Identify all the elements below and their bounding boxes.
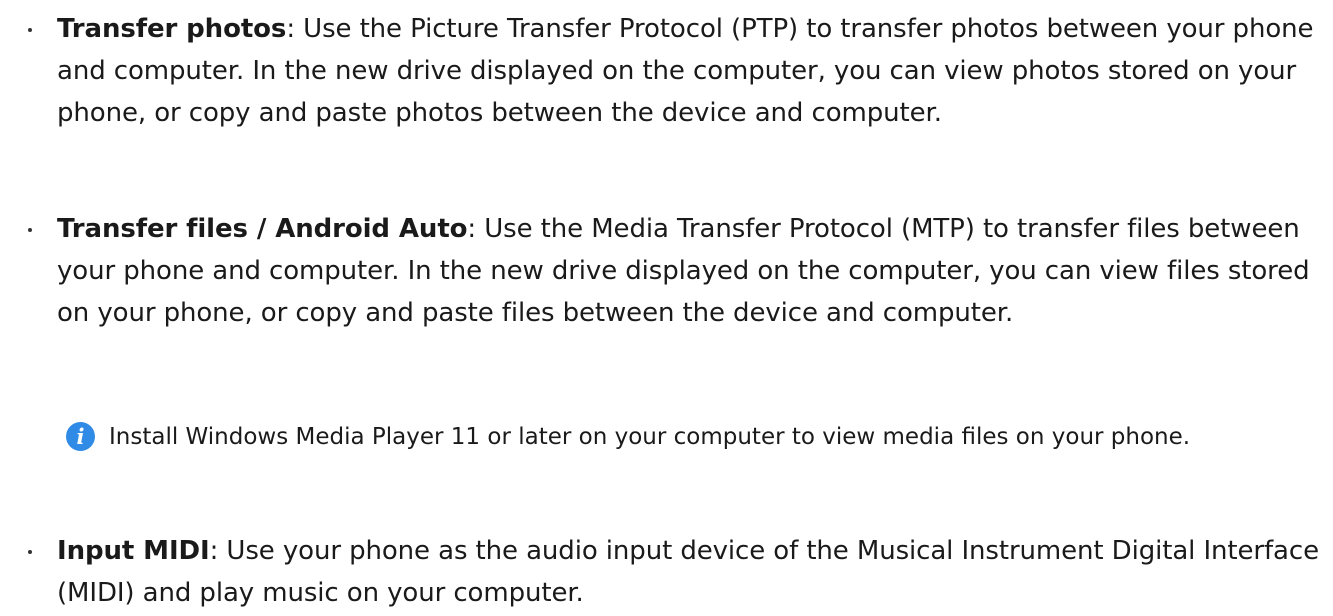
list-item-text: Transfer files / Android Auto: Use the M… [57, 208, 1323, 334]
note-text: Install Windows Media Player 11 or later… [109, 424, 1191, 450]
document-body: Transfer photos: Use the Picture Transfe… [0, 0, 1333, 616]
list-item-transfer-photos: Transfer photos: Use the Picture Transfe… [0, 8, 1333, 176]
list-item-transfer-files: Transfer files / Android Auto: Use the M… [0, 208, 1333, 376]
bullet-icon [28, 28, 32, 32]
bullet-icon [28, 550, 32, 554]
list-item-title: Transfer files / Android Auto [57, 214, 468, 244]
list-item-title: Transfer photos [57, 14, 287, 44]
list-item-description: : Use your phone as the audio input devi… [57, 536, 1319, 608]
info-icon: i [66, 422, 95, 451]
bullet-icon [28, 228, 32, 232]
list-item-text: Input MIDI: Use your phone as the audio … [57, 530, 1323, 614]
list-item-input-midi: Input MIDI: Use your phone as the audio … [0, 530, 1333, 614]
info-note: Install Windows Media Player 11 or later… [66, 418, 1316, 498]
list-item-text: Transfer photos: Use the Picture Transfe… [57, 8, 1323, 134]
list-item-title: Input MIDI [57, 536, 210, 566]
